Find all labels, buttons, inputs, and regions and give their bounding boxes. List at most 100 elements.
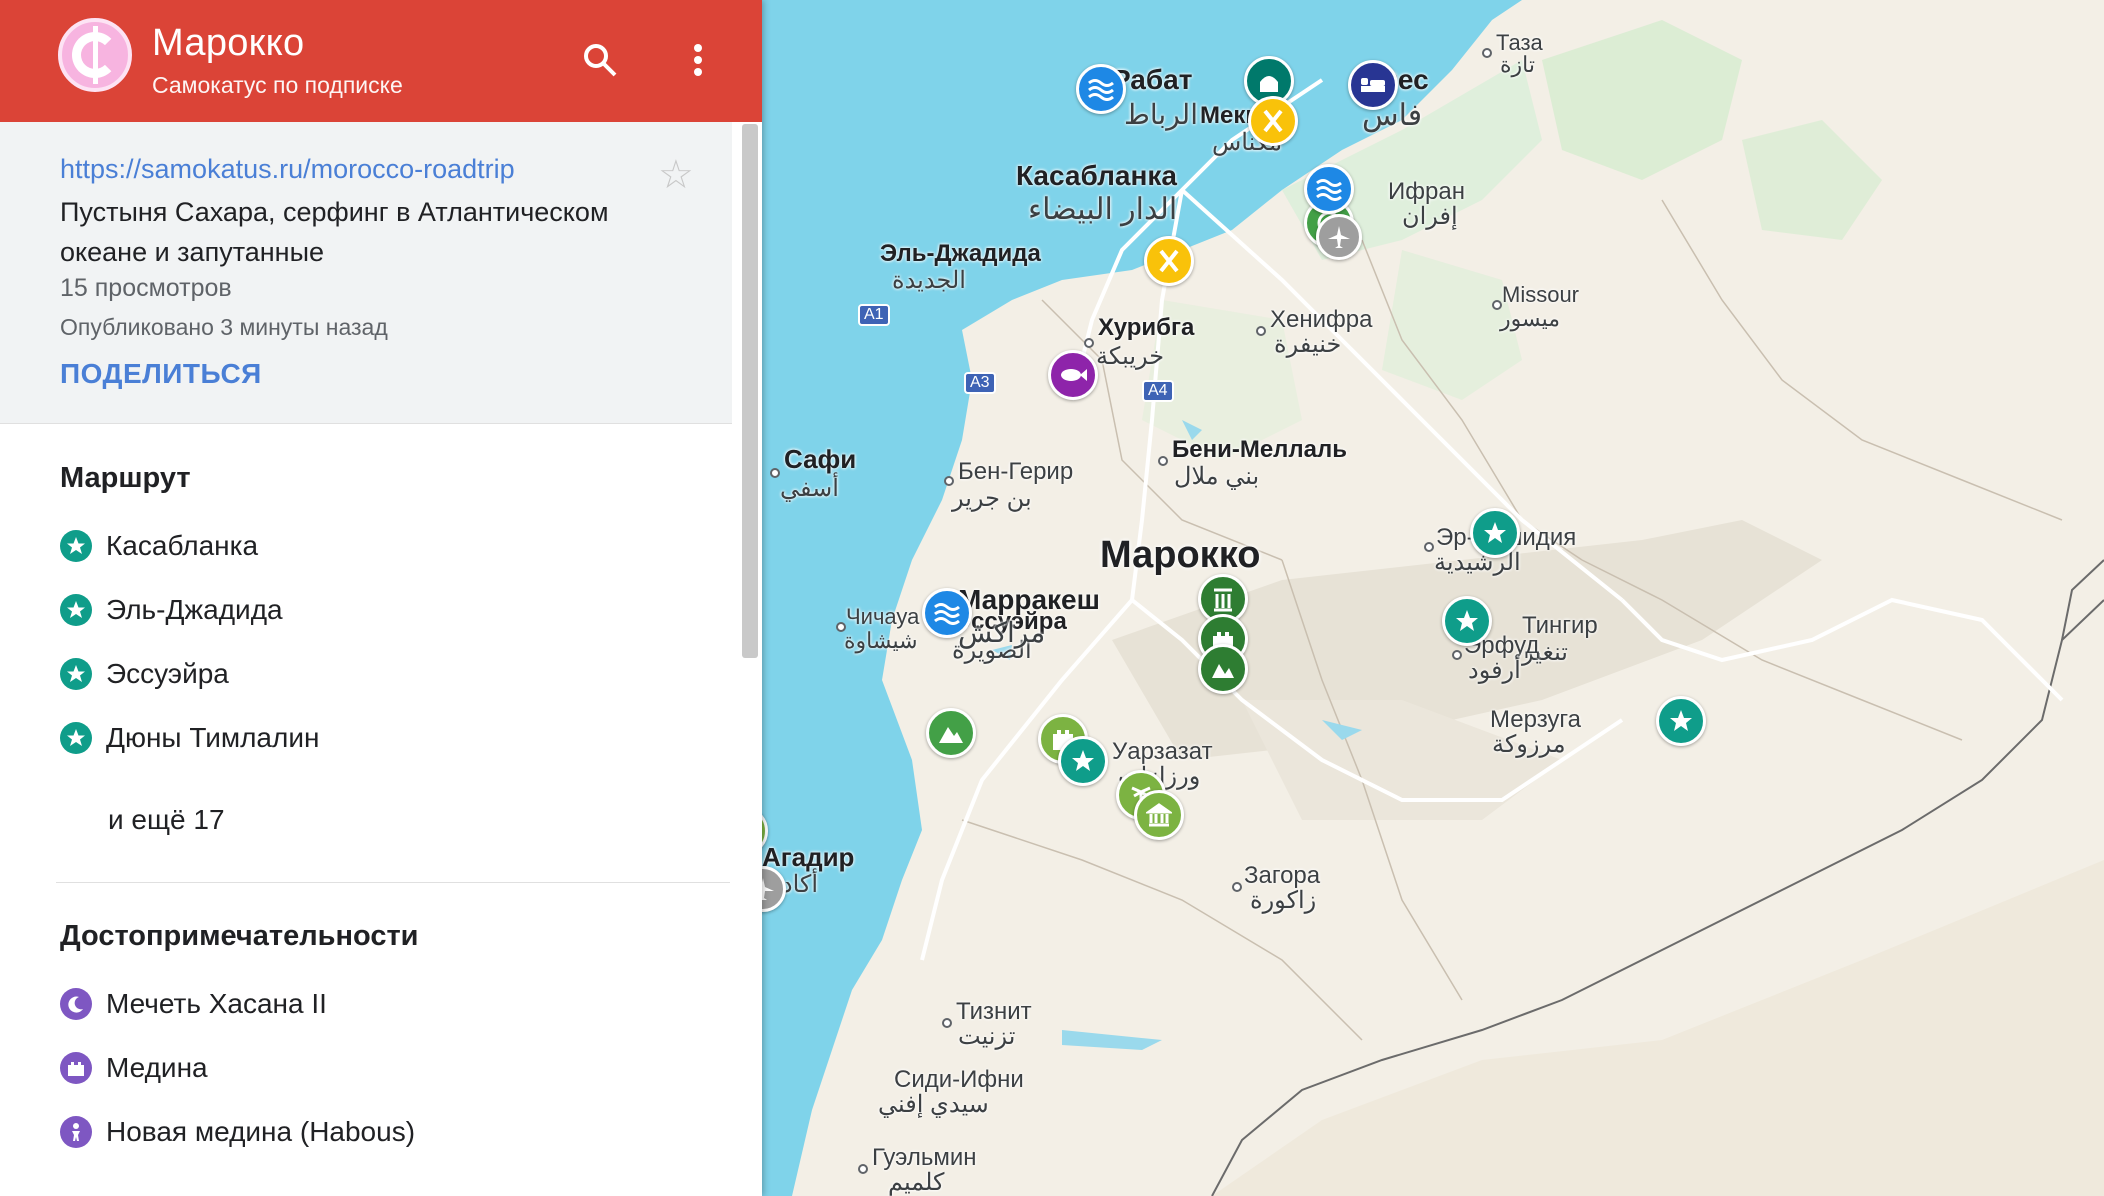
share-button[interactable]: ПОДЕЛИТЬСЯ	[60, 358, 262, 390]
dot-safi	[770, 468, 780, 478]
map-canvas[interactable]: Рабат الرباط Мекнес مكناس Фес فاس Таза ت…	[762, 0, 2104, 1196]
marker-atlas-mountains[interactable]	[926, 708, 976, 758]
place-marrakech-ar: مراكش	[958, 617, 1046, 648]
marker-rabat-beach[interactable]	[1076, 64, 1126, 114]
marker-ouarzazate-star[interactable]	[1058, 736, 1108, 786]
waves-icon	[1316, 179, 1342, 201]
sight-item-label: Медина	[106, 1052, 208, 1083]
place-khouribga: Хурибга	[1098, 314, 1195, 341]
place-safi-ar: أسفي	[780, 475, 839, 502]
marker-casablanca-airport[interactable]	[1316, 214, 1362, 260]
sight-item-label: Мечеть Хасана II	[106, 988, 327, 1019]
place-ifrane-ar: إفران	[1402, 203, 1458, 230]
marker-museum[interactable]	[1134, 790, 1184, 840]
route-item-label: Эль-Джадида	[106, 594, 283, 625]
dot-taza	[1482, 48, 1492, 58]
section-divider	[56, 882, 730, 883]
dot-guelmim	[858, 1164, 868, 1174]
route-item-label: Эссуэйра	[106, 658, 229, 689]
fish-icon	[1061, 369, 1087, 381]
place-tiznit-ar: تزنيت	[958, 1023, 1016, 1050]
place-safi: Сафи	[784, 444, 857, 474]
place-chichaoua-ar: شيشاوة	[844, 628, 918, 653]
star-icon	[1456, 610, 1478, 631]
sight-item[interactable]: Медина	[60, 1048, 208, 1088]
place-sidi-ifni-ar: سيدي إفني	[878, 1091, 989, 1118]
place-el-jadida-ar: الجديدة	[892, 267, 966, 294]
view-count: 15 просмотров	[60, 274, 232, 302]
star-icon	[60, 530, 92, 562]
mosque-icon	[1260, 76, 1278, 92]
marker-marrakech-pool[interactable]	[922, 588, 972, 638]
dot-erfoud	[1452, 650, 1462, 660]
plane-icon	[762, 878, 774, 900]
route-item[interactable]: Эссуэйра	[60, 654, 229, 694]
route-item[interactable]: Дюны Тимлалин	[60, 718, 319, 758]
route-item[interactable]: Касабланка	[60, 526, 258, 566]
dot-beni-mellal	[1158, 456, 1168, 466]
marker-merzouga-star[interactable]	[1656, 696, 1706, 746]
place-zagora-ar: زاكورة	[1250, 887, 1317, 914]
map-description: Пустыня Сахара, серфинг в Атлантическом …	[60, 197, 609, 267]
castle-icon	[60, 1052, 92, 1084]
marker-tinghir-star[interactable]	[1442, 596, 1492, 646]
place-khouribga-ar: خريبكة	[1096, 343, 1165, 370]
place-marrakech: Марракеш	[958, 584, 1100, 615]
sidebar-scrollbar[interactable]	[742, 124, 758, 658]
map-subtitle: Самокатус по подписке	[152, 72, 403, 98]
marker-fes-hotel[interactable]	[1348, 60, 1398, 110]
sight-item[interactable]: Новая медина (Habous)	[60, 1112, 415, 1152]
map-info-panel: https://samokatus.ru/morocco-roadtrip ☆ …	[0, 122, 732, 424]
route-item[interactable]: Эль-Джадида	[60, 590, 283, 630]
sight-item-label: Новая медина (Habous)	[106, 1116, 416, 1147]
more-options-button[interactable]	[668, 30, 728, 90]
sidebar: Марокко Самокатус по подписке https://sa…	[0, 0, 762, 1196]
sights-section-title: Достопримечательности	[60, 920, 419, 952]
road-shield-a1: A1	[858, 304, 890, 326]
waves-icon	[1088, 79, 1114, 101]
app: Рабат الرباط Мекнес مكناس Фес فاس Таза ت…	[0, 0, 2104, 1196]
star-icon	[60, 722, 92, 754]
search-icon	[584, 44, 617, 77]
star-icon[interactable]: ☆	[658, 152, 694, 198]
marker-fish[interactable]	[1048, 350, 1098, 400]
place-khenifra-ar: خنيفرة	[1274, 331, 1342, 358]
sight-item[interactable]: Мечеть Хасана II	[60, 984, 327, 1024]
marker-el-jadida-restaurant[interactable]	[1144, 236, 1194, 286]
dot-tiznit	[942, 1018, 952, 1028]
place-rabat-ar: الرباط	[1124, 99, 1198, 130]
crescent-icon	[60, 988, 92, 1020]
sidebar-content[interactable]: https://samokatus.ru/morocco-roadtrip ☆ …	[0, 122, 762, 1196]
fork-knife-icon	[1263, 109, 1283, 133]
place-merzouga-ar: مرزوكة	[1492, 731, 1566, 758]
star-icon	[1670, 710, 1692, 731]
marker-meknes-restaurant[interactable]	[1248, 96, 1298, 146]
place-casablanca: Касабланка	[1016, 160, 1177, 191]
marker-dades-valley[interactable]	[1198, 644, 1248, 694]
map-title: Марокко	[152, 22, 305, 64]
marker-country-star[interactable]	[1470, 508, 1520, 558]
valley-icon	[1212, 664, 1234, 678]
waterfall-icon	[1214, 588, 1232, 612]
road-shield-a4: A4	[1142, 380, 1174, 402]
dot-zagora	[1232, 882, 1242, 892]
search-button[interactable]	[570, 30, 630, 90]
star-icon	[60, 594, 92, 626]
bed-icon	[1361, 78, 1385, 92]
marker-casablanca-beach[interactable]	[1304, 164, 1354, 214]
route-item-label: Дюны Тимлалин	[106, 722, 320, 753]
person-icon	[60, 1116, 92, 1148]
star-icon	[1484, 522, 1506, 543]
map-url-link[interactable]: https://samokatus.ru/morocco-roadtrip	[60, 154, 515, 185]
place-beni-mellal: Бени-Меллаль	[1172, 436, 1348, 463]
dot-khenifra	[1256, 326, 1266, 336]
country-label: Марокко	[1100, 534, 1261, 576]
place-agadir: Агадир	[762, 842, 855, 872]
route-section-title: Маршрут	[60, 462, 191, 494]
route-more-link[interactable]: и ещё 17	[108, 804, 225, 836]
star-icon	[60, 658, 92, 690]
place-missour: Missour	[1502, 282, 1580, 307]
place-guelmim-ar: كلميم	[888, 1169, 945, 1196]
road-shield-a3: A3	[964, 372, 996, 394]
place-erfoud-ar: أرفود	[1468, 657, 1521, 684]
